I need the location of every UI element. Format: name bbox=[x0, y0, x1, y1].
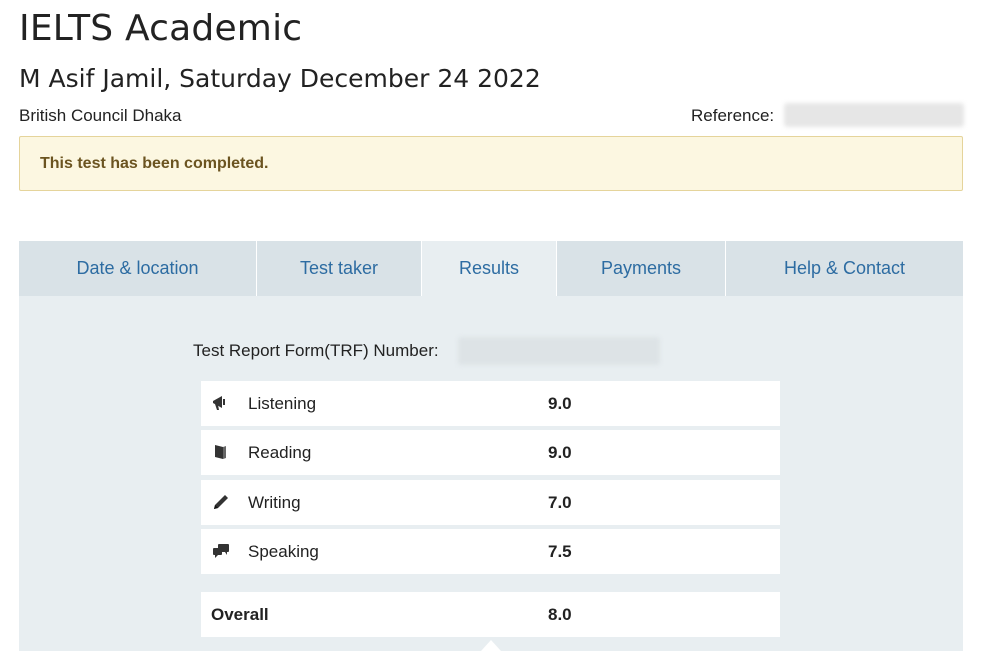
skill-name: Listening bbox=[248, 394, 317, 413]
pencil-icon bbox=[211, 492, 231, 512]
overall-label: Overall bbox=[211, 605, 269, 624]
book-icon bbox=[211, 442, 231, 462]
score-row-writing: Writing 7.0 bbox=[201, 480, 780, 525]
tab-test-taker[interactable]: Test taker bbox=[257, 241, 422, 297]
pointer-caret bbox=[481, 640, 501, 651]
skill-score: 9.0 bbox=[548, 443, 572, 462]
score-row-speaking: Speaking 7.5 bbox=[201, 529, 780, 574]
skill-name: Writing bbox=[248, 493, 301, 512]
score-row-overall: Overall 8.0 bbox=[201, 592, 780, 637]
skill-score: 9.0 bbox=[548, 394, 572, 413]
tab-help-contact[interactable]: Help & Contact bbox=[726, 241, 963, 297]
booking-subtitle: M Asif Jamil, Saturday December 24 2022 bbox=[19, 64, 541, 93]
reference-label: Reference: bbox=[691, 106, 775, 125]
score-row-reading: Reading 9.0 bbox=[201, 430, 780, 475]
trf-number-redacted bbox=[458, 337, 660, 365]
megaphone-icon bbox=[211, 393, 231, 413]
skill-name: Reading bbox=[248, 443, 312, 462]
skill-score: 7.0 bbox=[548, 493, 572, 512]
tab-label: Date & location bbox=[76, 258, 199, 278]
tab-label: Payments bbox=[600, 258, 682, 278]
booking-tabs: Date & location Test taker Results Payme… bbox=[19, 241, 963, 297]
speech-bubbles-icon bbox=[211, 541, 231, 561]
reference-value-redacted bbox=[784, 103, 964, 127]
score-row-listening: Listening 9.0 bbox=[201, 381, 780, 426]
tab-payments[interactable]: Payments bbox=[557, 241, 726, 297]
test-centre-name: British Council Dhaka bbox=[19, 106, 182, 125]
page-title: IELTS Academic bbox=[19, 8, 303, 49]
tab-date-location[interactable]: Date & location bbox=[19, 241, 257, 297]
tab-results[interactable]: Results bbox=[422, 241, 557, 297]
trf-number-label: Test Report Form(TRF) Number: bbox=[193, 341, 439, 360]
tab-label: Results bbox=[458, 258, 520, 278]
tab-label: Test taker bbox=[299, 258, 379, 278]
skill-name: Speaking bbox=[248, 542, 319, 561]
overall-score: 8.0 bbox=[548, 605, 572, 624]
status-alert: This test has been completed. bbox=[19, 136, 963, 191]
status-alert-message: This test has been completed. bbox=[40, 155, 269, 172]
tab-label: Help & Contact bbox=[783, 258, 906, 278]
skill-score: 7.5 bbox=[548, 542, 572, 561]
